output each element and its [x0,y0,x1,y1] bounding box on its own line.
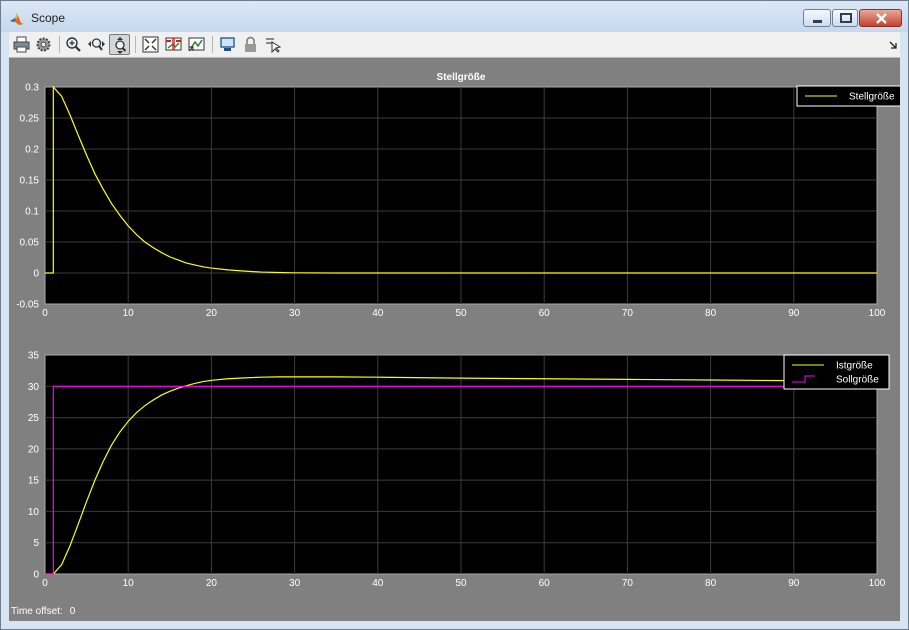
time-offset-status: Time offset: 0 [11,606,82,617]
plot-stellgroesse[interactable]: Stellgröße0 10 20 30 40 50 60 70 80 90 100-0.0500.… [9,66,900,346]
x-tick-label: 10 [123,308,135,319]
x-tick-label: 80 [705,308,717,319]
matlab-logo-icon [10,13,24,25]
scope-client-area: Stellgröße 0 10 20 30 40 50 60 70 80 90 100 -0.05 0 0.… [9,32,900,621]
y-tick-label: 0.1 [25,207,39,218]
legend-label: Stellgröße [849,92,895,103]
y-tick-label: 0 [33,570,39,581]
zoom-in-icon[interactable] [63,34,84,55]
x-tick-label: 60 [539,308,551,319]
print-icon[interactable] [11,34,32,55]
y-tick-label: 0.3 [25,83,39,94]
y-tick-label: 0.15 [20,176,40,187]
toolbar [9,32,900,58]
x-tick-label: 60 [539,578,551,589]
y-tick-label: 15 [28,476,40,487]
y-tick-label: 5 [33,538,39,549]
x-tick-label: 20 [206,578,218,589]
window-title: Scope [31,11,66,25]
x-tick-label: 40 [372,308,384,319]
x-tick-label: 50 [455,578,467,589]
lock-axes-icon[interactable] [240,34,261,55]
undock-arrow-icon[interactable] [889,41,897,49]
y-tick-label: -0.05 [16,300,39,311]
y-tick-label: 10 [28,507,40,518]
y-tick-label: 0.05 [20,238,40,249]
y-tick-label: 0.2 [25,145,39,156]
y-tick-label: 0 [33,269,39,280]
x-tick-label: 90 [788,308,800,319]
fit-to-view-icon[interactable] [140,34,161,55]
legend-label: Sollgröße [836,375,879,386]
close-button[interactable] [859,9,902,27]
triggers-icon[interactable] [163,34,184,55]
x-tick-label: 50 [455,308,467,319]
chart-title: Stellgröße [437,72,486,83]
y-tick-label: 35 [28,351,40,362]
legend: Stellgröße [796,85,900,107]
time-offset-value: 0 [69,606,76,617]
zoom-x-icon[interactable] [86,34,107,55]
y-tick-label: 20 [28,444,40,455]
x-tick-label: 70 [622,578,634,589]
zoom-y-icon[interactable] [109,34,130,55]
legend: Istgröße Sollgröße [783,354,890,390]
x-tick-label: 90 [788,578,800,589]
x-tick-label: 0 [42,578,48,589]
x-tick-label: 10 [123,578,135,589]
scope-window: Scope Stellgröße 0 10 20 30 40 50 60 70 … [0,0,909,630]
highlight-simulink-block-icon[interactable] [217,34,238,55]
x-tick-label: 100 [869,308,886,319]
minimize-button[interactable] [803,9,831,27]
y-tick-label: 30 [28,382,40,393]
maximize-button[interactable] [832,9,858,27]
title-bar[interactable]: Scope [1,1,908,32]
plot-istgroesse-sollgroesse[interactable]: 0 10 20 30 40 50 60 70 80 90 100 0 5 10 15 20 25 30 35 Istg… [9,348,900,610]
settings-gear-icon[interactable] [33,34,54,55]
x-tick-label: 20 [206,308,218,319]
x-tick-label: 80 [705,578,717,589]
y-tick-label: 25 [28,413,40,424]
signal-selection-icon[interactable] [263,34,284,55]
x-tick-label: 30 [289,308,301,319]
x-tick-label: 100 [869,578,886,589]
x-tick-label: 40 [372,578,384,589]
y-tick-label: 0.25 [20,114,40,125]
x-tick-label: 30 [289,578,301,589]
x-tick-label: 70 [622,308,634,319]
time-offset-label: Time offset: [11,606,63,617]
x-tick-label: 0 [42,308,48,319]
cursor-measurements-icon[interactable] [186,34,207,55]
legend-label: Istgröße [836,361,873,372]
